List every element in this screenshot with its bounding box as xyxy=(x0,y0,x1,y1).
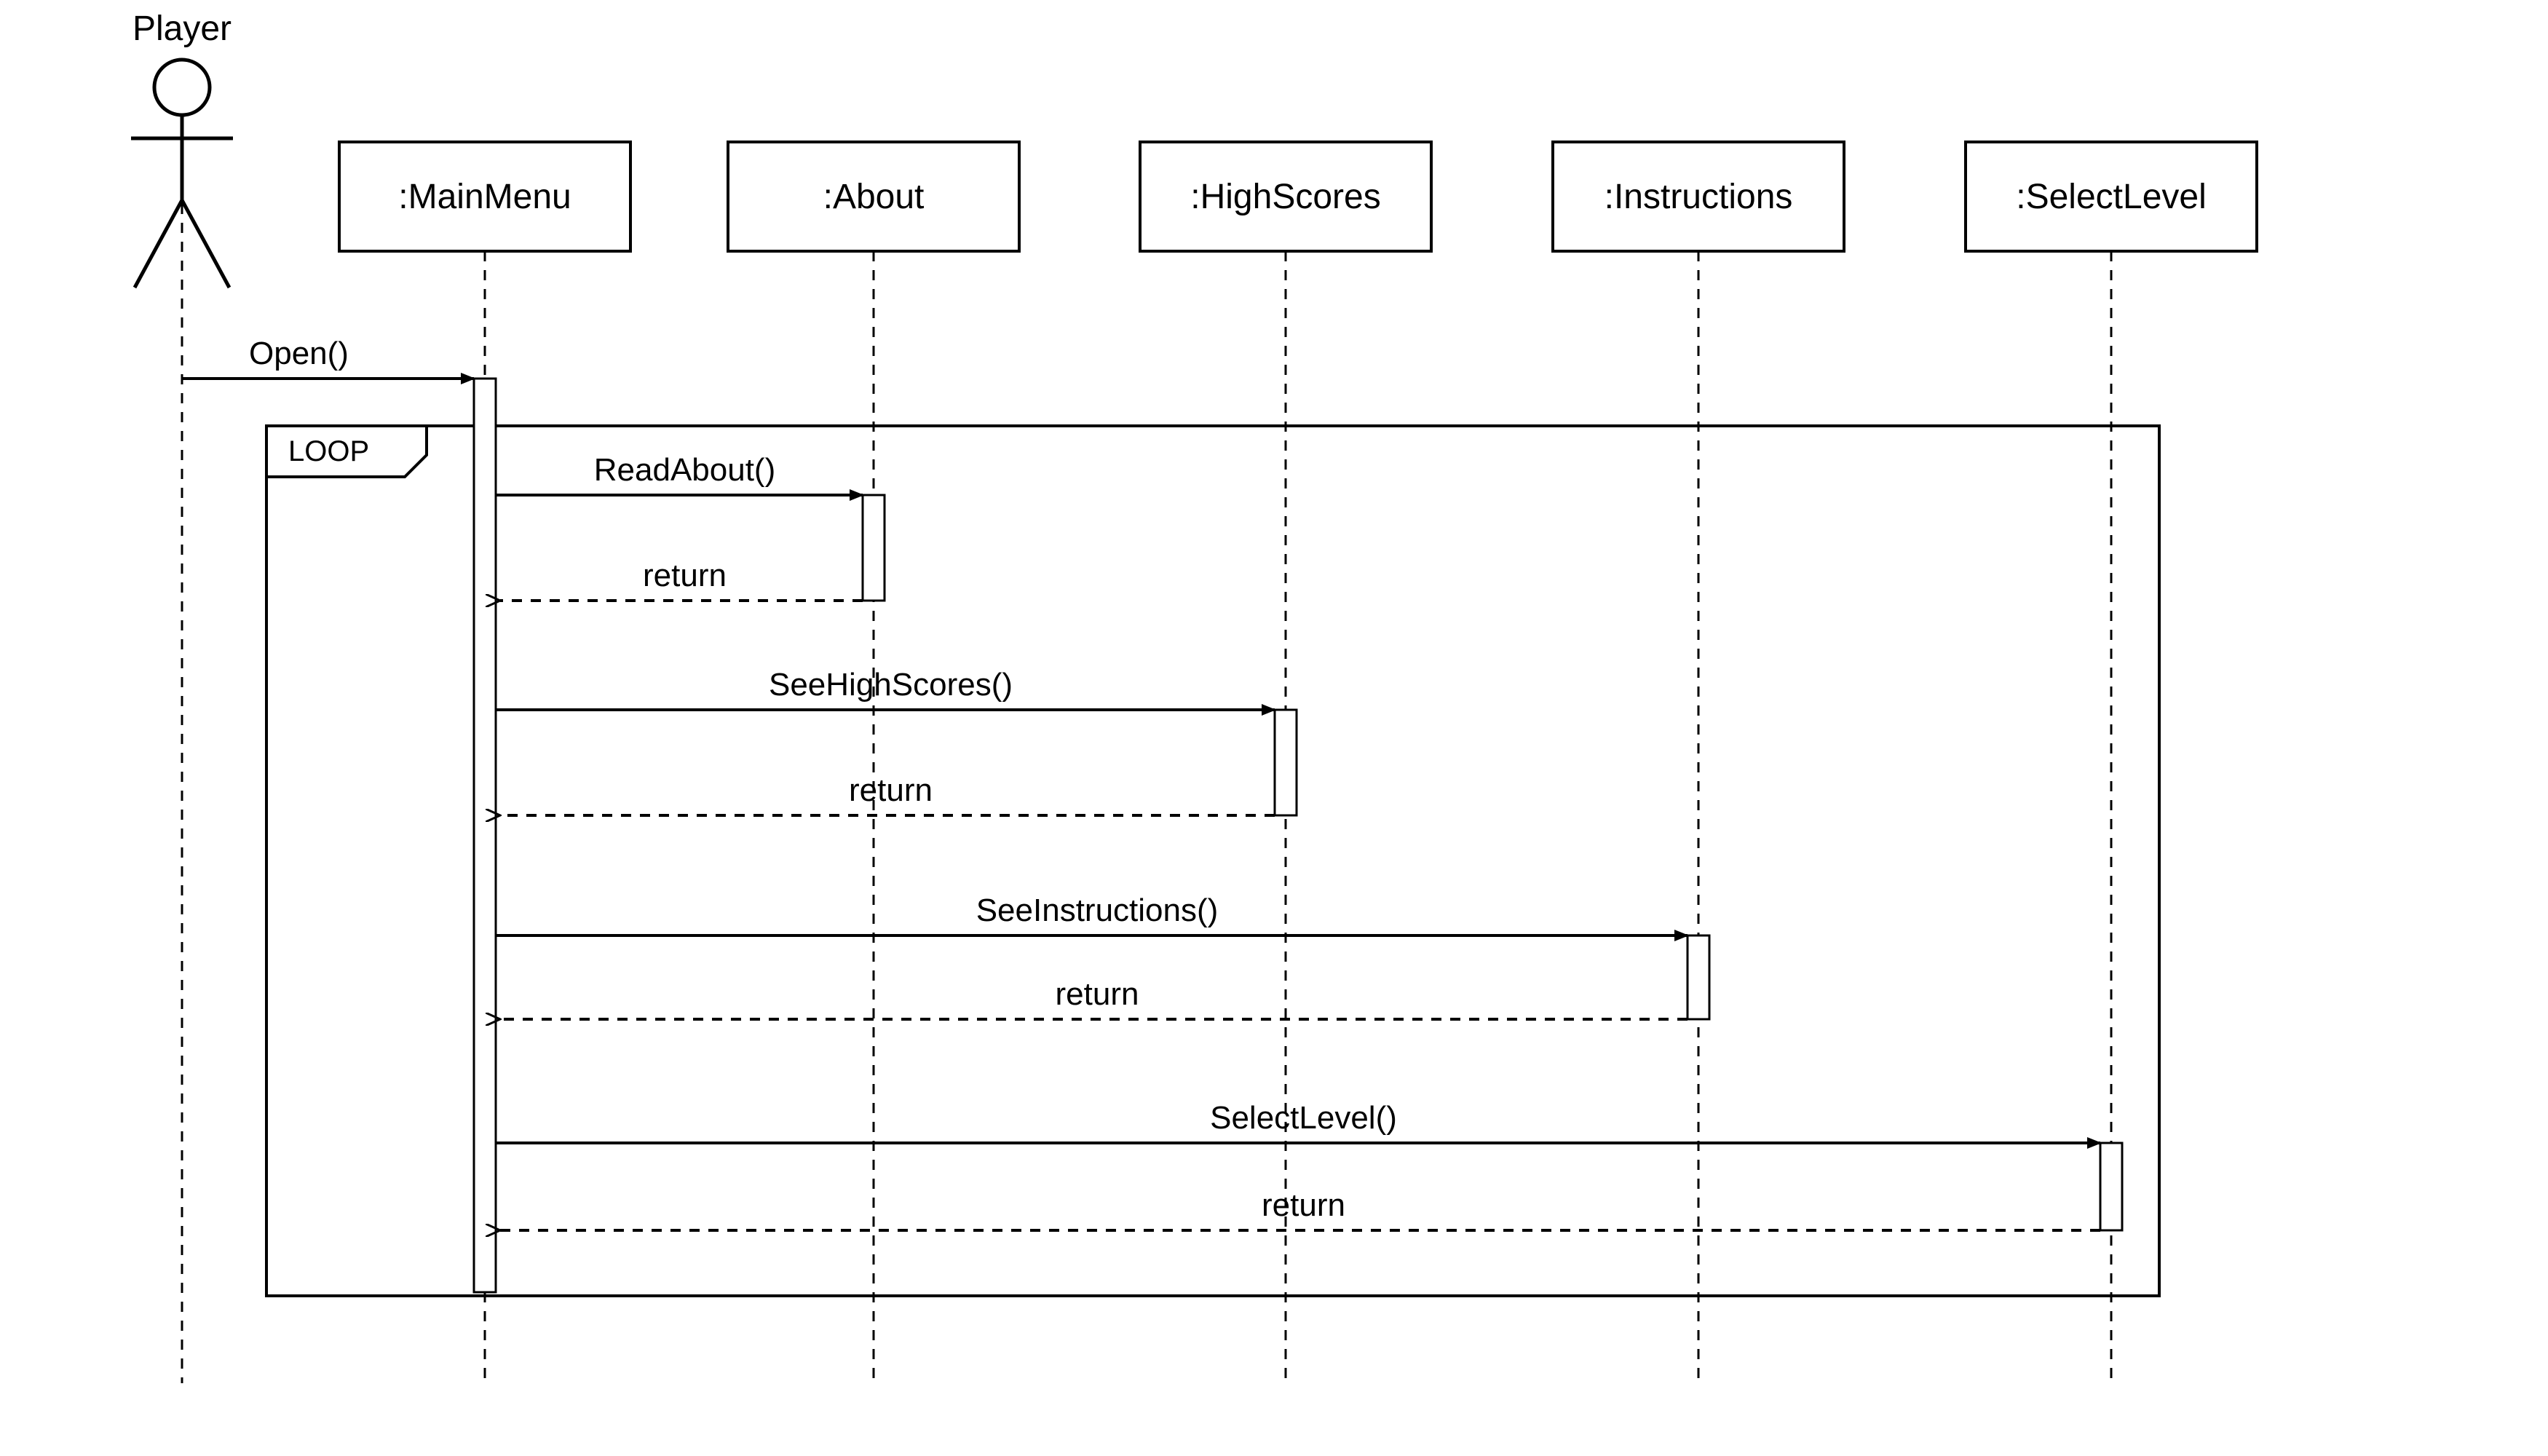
activation-bar xyxy=(2100,1143,2122,1230)
message-return-label: return xyxy=(1262,1187,1345,1223)
activation-bar xyxy=(1688,935,1709,1019)
message-call-label: SelectLevel() xyxy=(1210,1100,1397,1136)
loop-label-text: LOOP xyxy=(288,435,369,467)
participant-label: :About xyxy=(823,178,925,216)
actor-leg-left-icon xyxy=(135,200,182,288)
activation-bar xyxy=(1275,710,1297,815)
message-return-label: return xyxy=(643,558,727,593)
participant-label: :MainMenu xyxy=(398,178,571,216)
message-call-label: ReadAbout() xyxy=(594,452,775,488)
participant-label: :HighScores xyxy=(1190,178,1380,216)
message-return-label: return xyxy=(1056,976,1139,1012)
message-return-label: return xyxy=(849,772,933,808)
sequence-diagram: Player :MainMenu :About :HighScores :Instruc… xyxy=(0,0,2548,1456)
actor-head-icon xyxy=(154,60,210,115)
activation-bar xyxy=(863,495,885,601)
participant-label: :Instructions xyxy=(1605,178,1793,216)
message-open-label: Open() xyxy=(249,336,349,371)
message-call-label: SeeInstructions() xyxy=(976,893,1219,928)
message-call-label: SeeHighScores() xyxy=(769,667,1013,703)
activation-mainmenu xyxy=(474,379,496,1292)
actor-label: Player xyxy=(132,9,232,48)
participant-label: :SelectLevel xyxy=(2016,178,2207,216)
loop-fragment xyxy=(266,426,2159,1296)
actor-leg-right-icon xyxy=(182,200,229,288)
